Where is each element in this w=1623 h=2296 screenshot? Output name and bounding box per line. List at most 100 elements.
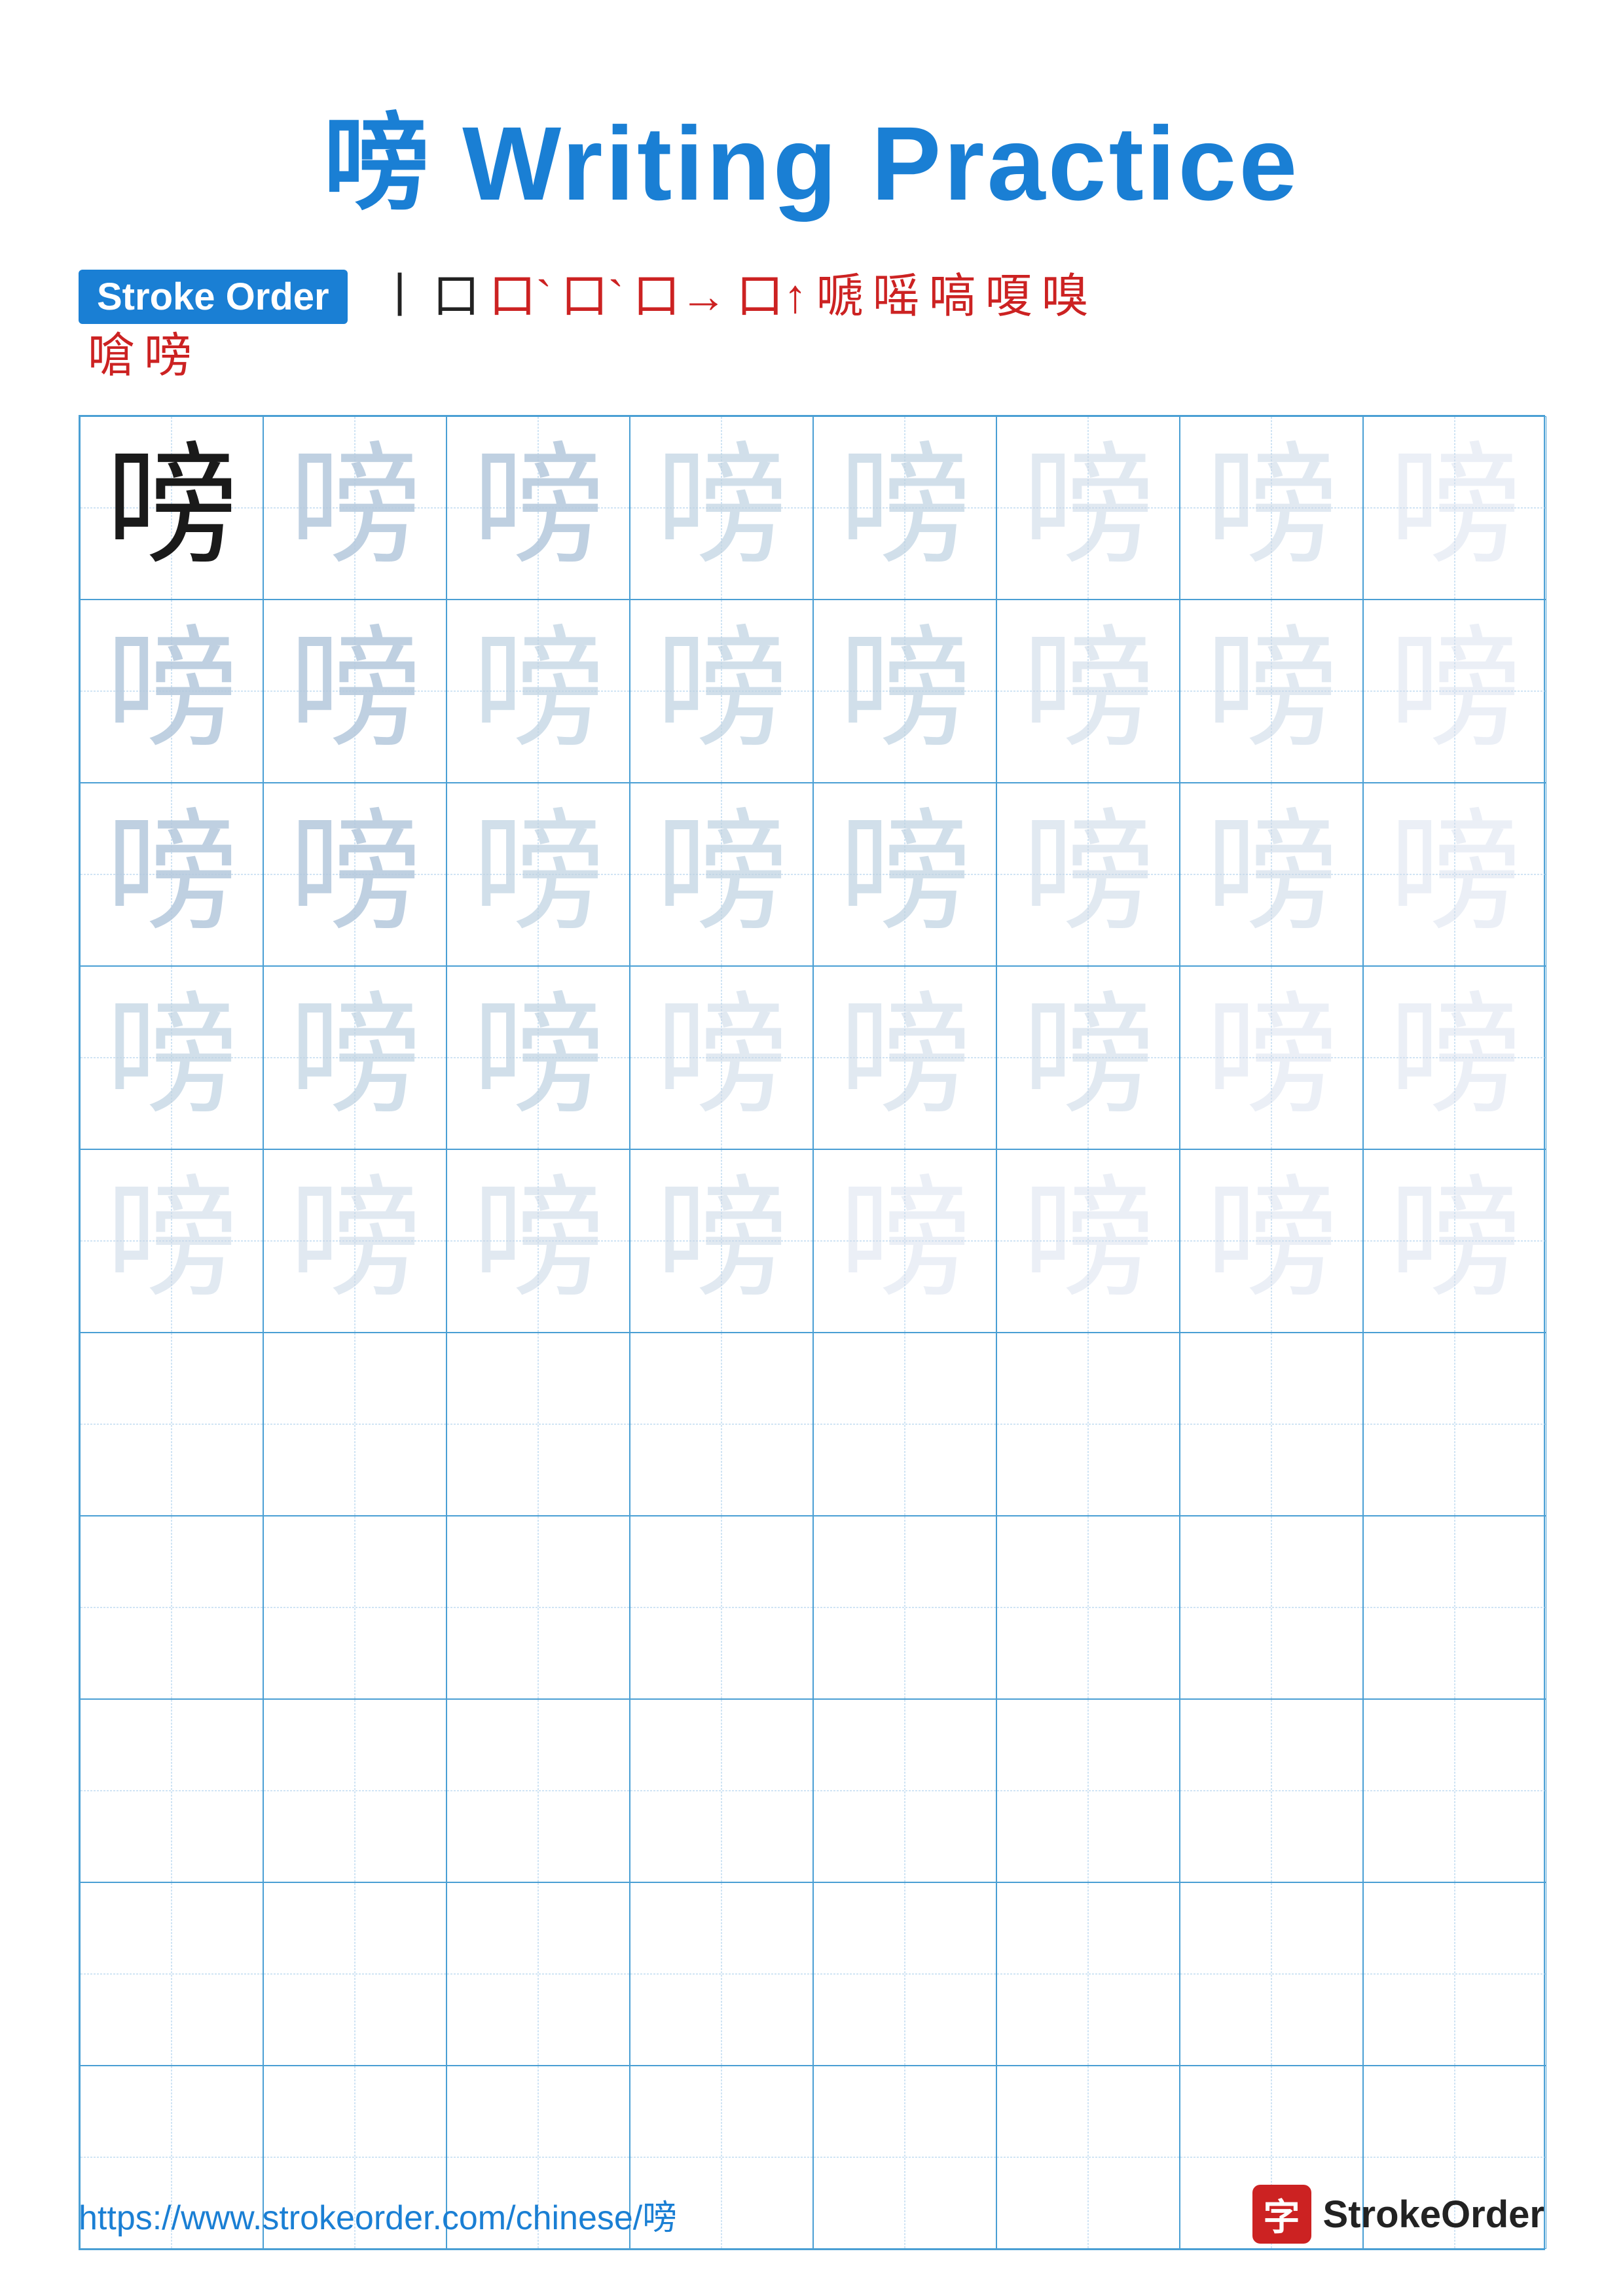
grid-cell[interactable]: 嗙 bbox=[1180, 416, 1363, 600]
practice-char-light: 嗙 bbox=[839, 1175, 970, 1306]
grid-cell[interactable] bbox=[447, 1882, 630, 2066]
practice-char-light: 嗙 bbox=[1022, 992, 1153, 1123]
grid-row-4: 嗙 嗙 嗙 嗙 嗙 嗙 嗙 嗙 bbox=[80, 966, 1544, 1149]
grid-cell[interactable]: 嗙 bbox=[1180, 783, 1363, 966]
grid-cell[interactable] bbox=[1180, 1516, 1363, 1699]
grid-row-8 bbox=[80, 1699, 1544, 1882]
grid-cell[interactable]: 嗙 bbox=[1180, 600, 1363, 783]
grid-cell[interactable] bbox=[80, 1333, 263, 1516]
grid-cell[interactable]: 嗙 bbox=[263, 1149, 447, 1333]
grid-cell[interactable] bbox=[80, 1882, 263, 2066]
grid-cell[interactable] bbox=[263, 1333, 447, 1516]
grid-cell[interactable]: 嗙 bbox=[813, 416, 996, 600]
grid-cell[interactable]: 嗙 bbox=[80, 966, 263, 1149]
grid-cell[interactable] bbox=[1180, 1333, 1363, 1516]
grid-cell[interactable]: 嗙 bbox=[80, 600, 263, 783]
grid-cell[interactable]: 嗙 bbox=[996, 1149, 1180, 1333]
grid-cell[interactable] bbox=[996, 1699, 1180, 1882]
grid-cell[interactable] bbox=[630, 1699, 813, 1882]
grid-cell[interactable]: 嗙 bbox=[447, 966, 630, 1149]
grid-cell[interactable]: 嗙 bbox=[263, 966, 447, 1149]
practice-char-light: 嗙 bbox=[289, 1175, 420, 1306]
grid-row-9 bbox=[80, 1882, 1544, 2066]
practice-char-light: 嗙 bbox=[1205, 626, 1336, 757]
grid-cell[interactable] bbox=[813, 1882, 996, 2066]
grid-cell[interactable]: 嗙 bbox=[1363, 966, 1546, 1149]
grid-cell[interactable]: 嗙 bbox=[263, 416, 447, 600]
grid-cell[interactable]: 嗙 bbox=[1363, 1149, 1546, 1333]
grid-cell[interactable]: 嗙 bbox=[80, 1149, 263, 1333]
grid-cell[interactable] bbox=[1363, 1882, 1546, 2066]
grid-cell[interactable]: 嗙 bbox=[447, 783, 630, 966]
grid-cell[interactable]: 嗙 bbox=[813, 1149, 996, 1333]
grid-cell[interactable]: 嗙 bbox=[813, 783, 996, 966]
grid-row-3: 嗙 嗙 嗙 嗙 嗙 嗙 嗙 嗙 bbox=[80, 783, 1544, 966]
grid-cell[interactable]: 嗙 bbox=[447, 416, 630, 600]
footer-brand: 字 StrokeOrder bbox=[1252, 2185, 1544, 2244]
stroke-step-8: 嗃 bbox=[929, 271, 976, 323]
practice-char-light: 嗙 bbox=[289, 626, 420, 757]
grid-cell[interactable] bbox=[1180, 1882, 1363, 2066]
grid-cell[interactable] bbox=[80, 1516, 263, 1699]
stroke-step-7: 嗂 bbox=[873, 271, 920, 323]
grid-cell[interactable]: 嗙 bbox=[1363, 600, 1546, 783]
stroke-order-section: Stroke Order 丨 口 口` 口` 口→ 口↑ 嗁 嗂 嗃 嗄 嗅 嗆… bbox=[79, 270, 1544, 402]
grid-cell[interactable] bbox=[447, 1699, 630, 1882]
grid-cell[interactable]: 嗙 bbox=[1363, 416, 1546, 600]
grid-cell[interactable]: 嗙 bbox=[996, 600, 1180, 783]
footer-logo: 字 bbox=[1252, 2185, 1311, 2244]
grid-cell[interactable]: 嗙 bbox=[996, 783, 1180, 966]
grid-cell[interactable]: 嗙 bbox=[630, 966, 813, 1149]
grid-row-2: 嗙 嗙 嗙 嗙 嗙 嗙 嗙 嗙 bbox=[80, 600, 1544, 783]
stroke-step-9: 嗄 bbox=[985, 271, 1032, 323]
grid-cell[interactable] bbox=[80, 1699, 263, 1882]
grid-cell[interactable]: 嗙 bbox=[447, 600, 630, 783]
grid-cell[interactable] bbox=[630, 1882, 813, 2066]
grid-cell[interactable]: 嗙 bbox=[813, 966, 996, 1149]
practice-char-light: 嗙 bbox=[1022, 1175, 1153, 1306]
grid-cell[interactable] bbox=[447, 1333, 630, 1516]
grid-cell[interactable] bbox=[996, 1516, 1180, 1699]
grid-cell[interactable]: 嗙 bbox=[1363, 783, 1546, 966]
stroke-step-2: 口` bbox=[489, 271, 552, 323]
practice-char-light: 嗙 bbox=[289, 442, 420, 573]
title-text: Writing Practice bbox=[462, 105, 1300, 222]
grid-cell[interactable]: 嗙 bbox=[630, 416, 813, 600]
grid-cell[interactable]: 嗙 bbox=[630, 1149, 813, 1333]
grid-cell[interactable] bbox=[630, 1516, 813, 1699]
grid-cell[interactable]: 嗙 bbox=[1180, 1149, 1363, 1333]
grid-cell[interactable] bbox=[813, 1516, 996, 1699]
grid-cell[interactable] bbox=[630, 1333, 813, 1516]
grid-cell[interactable]: 嗙 bbox=[263, 600, 447, 783]
grid-cell[interactable] bbox=[996, 1882, 1180, 2066]
grid-cell[interactable] bbox=[996, 1333, 1180, 1516]
grid-cell[interactable] bbox=[1180, 1699, 1363, 1882]
stroke-step-6: 嗁 bbox=[816, 271, 864, 323]
grid-cell[interactable] bbox=[447, 1516, 630, 1699]
grid-cell[interactable]: 嗙 bbox=[1180, 966, 1363, 1149]
grid-cell[interactable] bbox=[813, 1333, 996, 1516]
grid-cell[interactable] bbox=[263, 1699, 447, 1882]
grid-cell[interactable] bbox=[1363, 1516, 1546, 1699]
grid-cell[interactable]: 嗙 bbox=[813, 600, 996, 783]
grid-cell[interactable] bbox=[813, 1699, 996, 1882]
grid-cell[interactable]: 嗙 bbox=[80, 783, 263, 966]
practice-char-light: 嗙 bbox=[105, 626, 236, 757]
grid-cell[interactable] bbox=[263, 1882, 447, 2066]
grid-cell[interactable]: 嗙 bbox=[630, 783, 813, 966]
grid-cell[interactable]: 嗙 bbox=[80, 416, 263, 600]
grid-cell[interactable]: 嗙 bbox=[996, 966, 1180, 1149]
practice-char-light: 嗙 bbox=[1205, 442, 1336, 573]
grid-cell[interactable]: 嗙 bbox=[996, 416, 1180, 600]
practice-char-light: 嗙 bbox=[1205, 1175, 1336, 1306]
practice-char-light: 嗙 bbox=[1389, 442, 1520, 573]
grid-cell[interactable]: 嗙 bbox=[447, 1149, 630, 1333]
practice-char-light: 嗙 bbox=[1389, 992, 1520, 1123]
grid-cell[interactable] bbox=[1363, 1699, 1546, 1882]
grid-cell[interactable] bbox=[263, 1516, 447, 1699]
grid-cell[interactable]: 嗙 bbox=[263, 783, 447, 966]
grid-cell[interactable]: 嗙 bbox=[630, 600, 813, 783]
practice-char-light: 嗙 bbox=[472, 809, 603, 940]
footer-url[interactable]: https://www.strokeorder.com/chinese/嗙 bbox=[79, 2190, 676, 2239]
grid-cell[interactable] bbox=[1363, 1333, 1546, 1516]
